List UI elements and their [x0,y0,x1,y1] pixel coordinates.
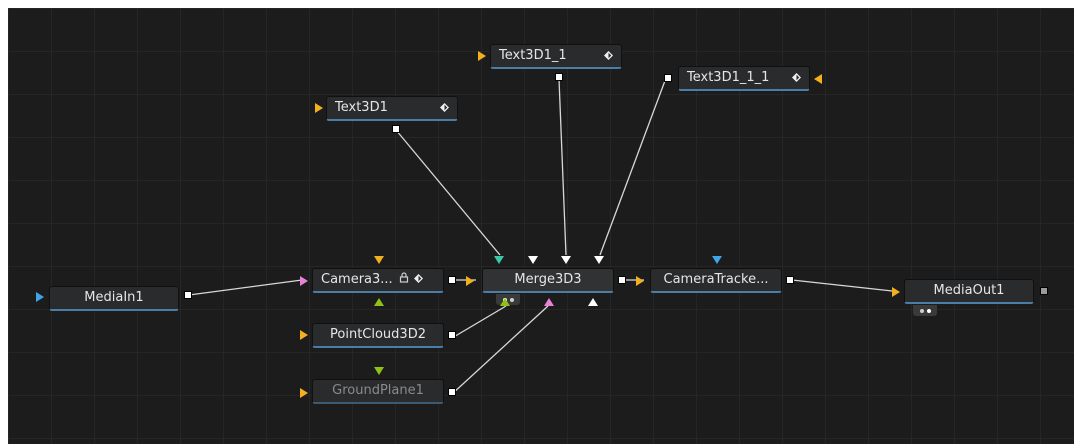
merge-input-white-triangle-bottom[interactable] [588,298,598,306]
wire-groundplane-merge [451,305,549,395]
merge-input-teal-triangle[interactable] [494,256,504,264]
wire-tracker-mediaout [791,279,893,292]
groundplane-input-triangle[interactable] [300,388,308,398]
merge-input-green-triangle[interactable] [500,298,510,306]
node-groundplane1[interactable]: GroundPlane1 [312,379,444,404]
node-camera3d[interactable]: Camera3... [312,268,444,293]
view-dot-right [509,297,514,302]
wire-text3d1-merge [395,129,501,256]
diamond-icon [413,269,423,291]
node-mediaout1[interactable]: MediaOut1 [904,279,1034,304]
merge-input-white-triangle-1[interactable] [528,256,538,264]
camera-bottom-input-triangle[interactable] [374,298,384,306]
view-dot-left [919,308,924,313]
mediain-input-triangle[interactable] [36,292,44,302]
node-editor-canvas[interactable]: MediaIn1 Camera3... Merge3D3 CameraTrack… [8,8,1074,444]
text3d11-output-port[interactable] [555,73,563,81]
merge-main-input-triangle[interactable] [466,276,474,286]
node-label: Text3D1 [335,100,388,115]
text3d111-input-triangle[interactable] [814,74,822,84]
node-label: MediaIn1 [84,290,144,305]
node-label: MediaOut1 [933,283,1005,298]
diamond-icon [604,46,613,68]
node-text3d1-1-1[interactable]: Text3D1_1_1 [678,66,810,91]
connection-wires [188,77,893,395]
node-label: Merge3D3 [514,272,582,287]
mediaout-output-port[interactable] [1040,287,1048,295]
tracker-output-port[interactable] [786,276,794,284]
camera-top-input-triangle[interactable] [374,256,384,264]
mediain-output-port[interactable] [184,291,192,299]
node-label: Text3D1_1_1 [687,70,770,85]
text3d11-input-triangle[interactable] [478,51,486,61]
node-label: Camera3... [321,272,393,287]
lock-icon [399,269,409,291]
node-cameratracker[interactable]: CameraTracke... [650,268,782,293]
node-mediain1[interactable]: MediaIn1 [49,286,179,311]
view-dot-right [926,308,931,313]
diamond-icon [792,68,801,90]
node-text3d1[interactable]: Text3D1 [326,96,458,121]
node-label: GroundPlane1 [332,383,424,398]
node-pointcloud3d2[interactable]: PointCloud3D2 [312,323,444,348]
node-merge3d3[interactable]: Merge3D3 [482,268,614,293]
merge-input-white-triangle-3[interactable] [594,256,604,264]
tracker-top-input-triangle[interactable] [712,256,722,264]
camera-output-port[interactable] [448,276,456,284]
text3d1-input-triangle[interactable] [315,103,323,113]
groundplane-top-input-triangle[interactable] [374,367,384,375]
mediaout-view-indicator[interactable] [913,305,937,316]
merge-input-white-triangle-2[interactable] [561,256,571,264]
wire-pointcloud-merge [451,305,507,339]
pointcloud-input-triangle[interactable] [300,330,308,340]
node-text3d1-1[interactable]: Text3D1_1 [490,44,622,69]
pointcloud-output-port[interactable] [448,331,456,339]
diamond-icon [440,98,449,120]
text3d1-output-port[interactable] [392,125,400,133]
merge-output-port[interactable] [618,276,626,284]
text3d111-output-port[interactable] [664,74,672,82]
tracker-input-triangle[interactable] [636,276,644,286]
wire-mediain-camera [188,279,303,296]
node-label: CameraTracke... [663,272,769,287]
wire-text3d11-merge [558,78,567,256]
node-label: PointCloud3D2 [330,327,426,342]
node-label: Text3D1_1 [499,48,567,63]
wire-text3d111-merge [599,77,667,256]
mediaout-input-triangle[interactable] [892,287,900,297]
groundplane-output-port[interactable] [448,388,456,396]
camera-input-triangle[interactable] [300,276,308,286]
merge-input-pink-triangle[interactable] [544,298,554,306]
